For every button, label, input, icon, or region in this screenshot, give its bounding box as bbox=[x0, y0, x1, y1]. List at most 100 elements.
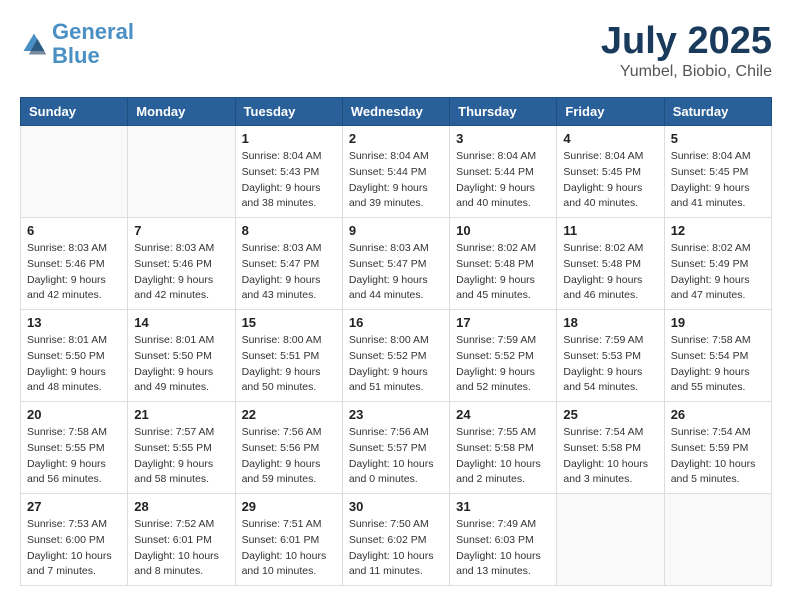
week-row-5: 27 Sunrise: 7:53 AMSunset: 6:00 PMDayligh… bbox=[21, 494, 772, 586]
day-info: Sunrise: 7:54 AMSunset: 5:58 PMDaylight:… bbox=[563, 425, 657, 488]
calendar-cell: 26Sunrise: 7:54 AMSunset: 5:59 PMDayligh… bbox=[664, 402, 771, 494]
day-info: Sunrise: 7:52 AMSunset: 6:01 PMDaylight:… bbox=[134, 517, 228, 580]
day-info: Sunrise: 7:56 AMSunset: 5:56 PMDaylight:… bbox=[242, 425, 336, 488]
day-number: 3 bbox=[456, 131, 550, 146]
calendar-cell: 3 Sunrise: 8:04 AMSunset: 5:44 PMDaylight… bbox=[450, 126, 557, 218]
calendar-cell: 16Sunrise: 8:00 AMSunset: 5:52 PMDayligh… bbox=[342, 310, 449, 402]
calendar-table: SundayMondayTuesdayWednesdayThursdayFrid… bbox=[20, 97, 772, 586]
day-number: 20 bbox=[27, 407, 121, 422]
calendar-cell: 19Sunrise: 7:58 AMSunset: 5:54 PMDayligh… bbox=[664, 310, 771, 402]
day-info: Sunrise: 8:04 AMSunset: 5:45 PMDaylight:… bbox=[563, 149, 657, 212]
day-info: Sunrise: 8:01 AMSunset: 5:50 PMDaylight:… bbox=[27, 333, 121, 396]
header-day-friday: Friday bbox=[557, 98, 664, 126]
calendar-header: SundayMondayTuesdayWednesdayThursdayFrid… bbox=[21, 98, 772, 126]
calendar-cell: 22Sunrise: 7:56 AMSunset: 5:56 PMDayligh… bbox=[235, 402, 342, 494]
day-number: 14 bbox=[134, 315, 228, 330]
day-number: 28 bbox=[134, 499, 228, 514]
day-number: 1 bbox=[242, 131, 336, 146]
month-title: July 2025 bbox=[601, 20, 772, 63]
calendar-cell: 4 Sunrise: 8:04 AMSunset: 5:45 PMDaylight… bbox=[557, 126, 664, 218]
day-info: Sunrise: 7:56 AMSunset: 5:57 PMDaylight:… bbox=[349, 425, 443, 488]
day-number: 11 bbox=[563, 223, 657, 238]
day-number: 17 bbox=[456, 315, 550, 330]
calendar-cell: 1Sunrise: 8:04 AMSunset: 5:43 PMDaylight… bbox=[235, 126, 342, 218]
calendar-cell: 17Sunrise: 7:59 AMSunset: 5:52 PMDayligh… bbox=[450, 310, 557, 402]
day-info: Sunrise: 7:53 AMSunset: 6:00 PMDaylight:… bbox=[27, 517, 121, 580]
day-number: 31 bbox=[456, 499, 550, 514]
header-day-tuesday: Tuesday bbox=[235, 98, 342, 126]
week-row-4: 20 Sunrise: 7:58 AMSunset: 5:55 PMDayligh… bbox=[21, 402, 772, 494]
day-info: Sunrise: 7:59 AMSunset: 5:53 PMDaylight:… bbox=[563, 333, 657, 396]
calendar-cell: 10 Sunrise: 8:02 AMSunset: 5:48 PMDayligh… bbox=[450, 218, 557, 310]
day-number: 25 bbox=[563, 407, 657, 422]
day-number: 24 bbox=[456, 407, 550, 422]
day-number: 16 bbox=[349, 315, 443, 330]
day-info: Sunrise: 7:57 AMSunset: 5:55 PMDaylight:… bbox=[134, 425, 228, 488]
header-day-thursday: Thursday bbox=[450, 98, 557, 126]
calendar-cell bbox=[664, 494, 771, 586]
day-info: Sunrise: 7:49 AMSunset: 6:03 PMDaylight:… bbox=[456, 517, 550, 580]
header-row: SundayMondayTuesdayWednesdayThursdayFrid… bbox=[21, 98, 772, 126]
calendar-cell: 30Sunrise: 7:50 AMSunset: 6:02 PMDayligh… bbox=[342, 494, 449, 586]
day-info: Sunrise: 8:03 AMSunset: 5:46 PMDaylight:… bbox=[27, 241, 121, 304]
day-info: Sunrise: 8:04 AMSunset: 5:44 PMDaylight:… bbox=[456, 149, 550, 212]
day-number: 15 bbox=[242, 315, 336, 330]
day-info: Sunrise: 8:02 AMSunset: 5:49 PMDaylight:… bbox=[671, 241, 765, 304]
title-block: July 2025 Yumbel, Biobio, Chile bbox=[601, 20, 772, 81]
calendar-body: 1Sunrise: 8:04 AMSunset: 5:43 PMDaylight… bbox=[21, 126, 772, 586]
week-row-2: 6 Sunrise: 8:03 AMSunset: 5:46 PMDaylight… bbox=[21, 218, 772, 310]
calendar-cell: 15 Sunrise: 8:00 AMSunset: 5:51 PMDayligh… bbox=[235, 310, 342, 402]
calendar-cell bbox=[128, 126, 235, 218]
calendar-cell: 8Sunrise: 8:03 AMSunset: 5:47 PMDaylight… bbox=[235, 218, 342, 310]
logo-line2: Blue bbox=[52, 43, 100, 68]
calendar-cell: 25 Sunrise: 7:54 AMSunset: 5:58 PMDayligh… bbox=[557, 402, 664, 494]
day-info: Sunrise: 7:50 AMSunset: 6:02 PMDaylight:… bbox=[349, 517, 443, 580]
calendar-cell: 5Sunrise: 8:04 AMSunset: 5:45 PMDaylight… bbox=[664, 126, 771, 218]
page-header: General Blue July 2025 Yumbel, Biobio, C… bbox=[20, 20, 772, 81]
day-number: 13 bbox=[27, 315, 121, 330]
logo-text: General Blue bbox=[52, 20, 134, 68]
calendar-cell: 23Sunrise: 7:56 AMSunset: 5:57 PMDayligh… bbox=[342, 402, 449, 494]
logo-line1: General bbox=[52, 19, 134, 44]
day-number: 21 bbox=[134, 407, 228, 422]
day-info: Sunrise: 8:01 AMSunset: 5:50 PMDaylight:… bbox=[134, 333, 228, 396]
logo-icon bbox=[20, 30, 48, 58]
day-info: Sunrise: 8:04 AMSunset: 5:45 PMDaylight:… bbox=[671, 149, 765, 212]
day-info: Sunrise: 8:00 AMSunset: 5:51 PMDaylight:… bbox=[242, 333, 336, 396]
day-number: 12 bbox=[671, 223, 765, 238]
day-info: Sunrise: 8:04 AMSunset: 5:44 PMDaylight:… bbox=[349, 149, 443, 212]
day-info: Sunrise: 8:03 AMSunset: 5:47 PMDaylight:… bbox=[349, 241, 443, 304]
day-number: 27 bbox=[27, 499, 121, 514]
day-info: Sunrise: 7:55 AMSunset: 5:58 PMDaylight:… bbox=[456, 425, 550, 488]
header-day-saturday: Saturday bbox=[664, 98, 771, 126]
header-day-monday: Monday bbox=[128, 98, 235, 126]
day-number: 10 bbox=[456, 223, 550, 238]
day-number: 6 bbox=[27, 223, 121, 238]
day-number: 26 bbox=[671, 407, 765, 422]
calendar-cell: 28 Sunrise: 7:52 AMSunset: 6:01 PMDayligh… bbox=[128, 494, 235, 586]
calendar-cell: 9 Sunrise: 8:03 AMSunset: 5:47 PMDaylight… bbox=[342, 218, 449, 310]
calendar-cell: 6 Sunrise: 8:03 AMSunset: 5:46 PMDaylight… bbox=[21, 218, 128, 310]
day-info: Sunrise: 8:02 AMSunset: 5:48 PMDaylight:… bbox=[456, 241, 550, 304]
calendar-cell: 31 Sunrise: 7:49 AMSunset: 6:03 PMDayligh… bbox=[450, 494, 557, 586]
day-number: 8 bbox=[242, 223, 336, 238]
day-number: 2 bbox=[349, 131, 443, 146]
day-number: 7 bbox=[134, 223, 228, 238]
calendar-cell: 2 Sunrise: 8:04 AMSunset: 5:44 PMDaylight… bbox=[342, 126, 449, 218]
calendar-cell: 27 Sunrise: 7:53 AMSunset: 6:00 PMDayligh… bbox=[21, 494, 128, 586]
day-number: 9 bbox=[349, 223, 443, 238]
day-info: Sunrise: 7:58 AMSunset: 5:55 PMDaylight:… bbox=[27, 425, 121, 488]
calendar-cell: 14 Sunrise: 8:01 AMSunset: 5:50 PMDayligh… bbox=[128, 310, 235, 402]
calendar-cell: 11Sunrise: 8:02 AMSunset: 5:48 PMDayligh… bbox=[557, 218, 664, 310]
calendar-cell: 20 Sunrise: 7:58 AMSunset: 5:55 PMDayligh… bbox=[21, 402, 128, 494]
week-row-3: 13 Sunrise: 8:01 AMSunset: 5:50 PMDayligh… bbox=[21, 310, 772, 402]
day-info: Sunrise: 7:51 AMSunset: 6:01 PMDaylight:… bbox=[242, 517, 336, 580]
day-info: Sunrise: 7:58 AMSunset: 5:54 PMDaylight:… bbox=[671, 333, 765, 396]
calendar-cell: 18Sunrise: 7:59 AMSunset: 5:53 PMDayligh… bbox=[557, 310, 664, 402]
calendar-cell: 7Sunrise: 8:03 AMSunset: 5:46 PMDaylight… bbox=[128, 218, 235, 310]
location-subtitle: Yumbel, Biobio, Chile bbox=[601, 63, 772, 81]
day-number: 4 bbox=[563, 131, 657, 146]
calendar-cell bbox=[557, 494, 664, 586]
calendar-cell: 29Sunrise: 7:51 AMSunset: 6:01 PMDayligh… bbox=[235, 494, 342, 586]
header-day-sunday: Sunday bbox=[21, 98, 128, 126]
